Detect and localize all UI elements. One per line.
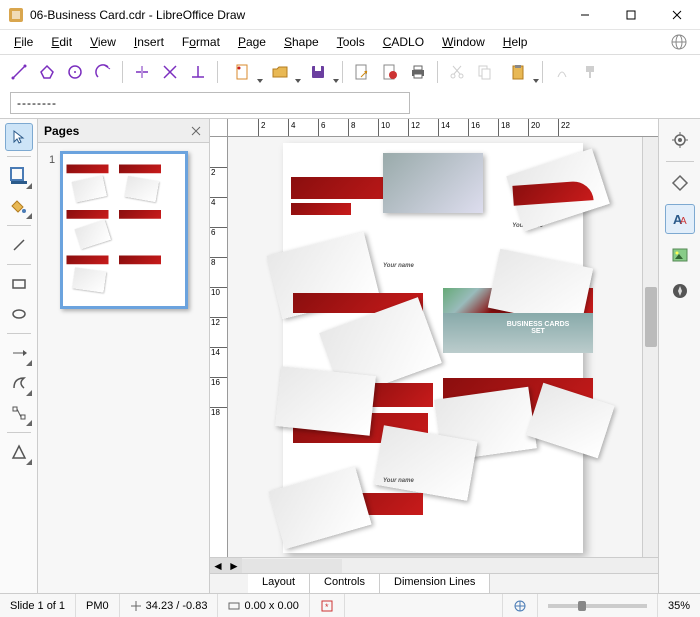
pages-panel-title: Pages (44, 124, 79, 138)
select-tool[interactable] (5, 123, 33, 151)
maximize-button[interactable] (608, 0, 654, 30)
sidebar-properties-icon[interactable] (665, 168, 695, 198)
toolbar (0, 54, 700, 88)
window-title: 06-Business Card.cdr - LibreOffice Draw (30, 8, 562, 22)
status-fit-icon[interactable] (503, 594, 538, 617)
perpendicular-tool-icon[interactable] (185, 59, 211, 85)
zoom-slider[interactable] (538, 594, 658, 617)
curve-tool[interactable] (5, 369, 33, 397)
status-spacer (345, 594, 503, 617)
text-yourname: Your name (383, 478, 414, 484)
tab-dimension-lines[interactable]: Dimension Lines (380, 574, 490, 593)
status-master: PM0 (76, 594, 120, 617)
new-doc-icon[interactable] (224, 59, 260, 85)
menu-tools[interactable]: Tools (329, 33, 373, 51)
statusbar: Slide 1 of 1 PM0 34.23 / -0.83 0.00 x 0.… (0, 593, 700, 617)
status-cursor: 34.23 / -0.83 (120, 594, 219, 617)
sidebar-navigator-icon[interactable] (665, 276, 695, 306)
pages-thumbs: 1 (38, 143, 209, 593)
vertical-ruler: 2 4 6 8 10 12 14 16 18 (210, 137, 228, 557)
paint-bucket-tool[interactable] (5, 192, 33, 220)
menu-page[interactable]: Page (230, 33, 274, 51)
page-thumbnail[interactable]: 1 (60, 151, 188, 309)
rectangle-tool[interactable] (5, 270, 33, 298)
paste-icon[interactable] (500, 59, 536, 85)
tab-controls[interactable]: Controls (310, 574, 380, 593)
menu-edit[interactable]: Edit (43, 33, 80, 51)
line-style-input[interactable] (10, 92, 410, 114)
menu-insert[interactable]: Insert (126, 33, 172, 51)
line-draw-tool[interactable] (5, 231, 33, 259)
sidebar-settings-icon[interactable] (665, 125, 695, 155)
menu-window[interactable]: Window (434, 33, 493, 51)
menu-help[interactable]: Help (495, 33, 536, 51)
menu-view[interactable]: View (82, 33, 124, 51)
status-size: 0.00 x 0.00 (218, 594, 309, 617)
clone-icon[interactable] (549, 59, 575, 85)
status-zoom[interactable]: 35% (658, 594, 700, 617)
export-pdf-icon[interactable] (377, 59, 403, 85)
basic-shapes-tool[interactable] (5, 438, 33, 466)
minimize-button[interactable] (562, 0, 608, 30)
drawing-canvas[interactable]: Your name Your name BUSINESS CARDSSET BU… (228, 137, 642, 557)
cut-icon[interactable] (444, 59, 470, 85)
pages-panel: Pages 1 (38, 119, 210, 593)
status-slide: Slide 1 of 1 (0, 594, 76, 617)
thumb-number: 1 (49, 154, 55, 166)
open-icon[interactable] (262, 59, 298, 85)
copy-icon[interactable] (472, 59, 498, 85)
menu-file[interactable]: File (6, 33, 41, 51)
arrow-line-tool[interactable] (5, 339, 33, 367)
ellipse-tool[interactable] (5, 300, 33, 328)
pages-panel-header: Pages (38, 119, 209, 143)
menu-cadlo[interactable]: CADLO (375, 33, 432, 51)
fill-color-tool[interactable] (5, 162, 33, 190)
sidebar-styles-icon[interactable]: AA (665, 204, 695, 234)
left-toolbox (0, 119, 38, 593)
horizontal-scrollbar[interactable]: ◄► (210, 557, 658, 573)
polygon-tool-icon[interactable] (34, 59, 60, 85)
globe-icon[interactable] (670, 33, 688, 51)
inputbar (0, 88, 700, 118)
svg-text:A: A (680, 216, 687, 227)
workspace: Pages 1 (0, 118, 700, 593)
save-icon[interactable] (300, 59, 336, 85)
intersect-tool-icon[interactable] (157, 59, 183, 85)
format-paint-icon[interactable] (577, 59, 603, 85)
menu-shape[interactable]: Shape (276, 33, 327, 51)
connector-tool[interactable] (5, 399, 33, 427)
print-icon[interactable] (405, 59, 431, 85)
sidebar-gallery-icon[interactable] (665, 240, 695, 270)
text-biz-set: BUSINESS CARDSSET (493, 321, 583, 335)
canvas-area: 2 4 6 8 10 12 14 16 18 20 22 2 4 6 8 10 … (210, 119, 658, 593)
line-tool-icon[interactable] (6, 59, 32, 85)
horizontal-ruler: 2 4 6 8 10 12 14 16 18 20 22 (210, 119, 658, 137)
menubar: File Edit View Insert Format Page Shape … (0, 30, 700, 54)
menu-format[interactable]: Format (174, 33, 228, 51)
text-yourname: Your name (383, 263, 414, 269)
page-artboard: Your name Your name BUSINESS CARDSSET BU… (283, 143, 583, 553)
tab-layout[interactable]: Layout (248, 574, 310, 593)
trim-tool-icon[interactable] (129, 59, 155, 85)
titlebar: 06-Business Card.cdr - LibreOffice Draw (0, 0, 700, 30)
arc-tool-icon[interactable] (90, 59, 116, 85)
svg-text:*: * (325, 602, 329, 612)
circle-tool-icon[interactable] (62, 59, 88, 85)
app-icon (8, 7, 24, 23)
close-button[interactable] (654, 0, 700, 30)
export-icon[interactable] (349, 59, 375, 85)
vertical-scrollbar[interactable] (642, 137, 658, 557)
layer-tabs: Layout Controls Dimension Lines (210, 573, 658, 593)
status-save-indicator[interactable]: * (310, 594, 345, 617)
pages-panel-close[interactable] (189, 124, 203, 138)
sidebar: AA (658, 119, 700, 593)
